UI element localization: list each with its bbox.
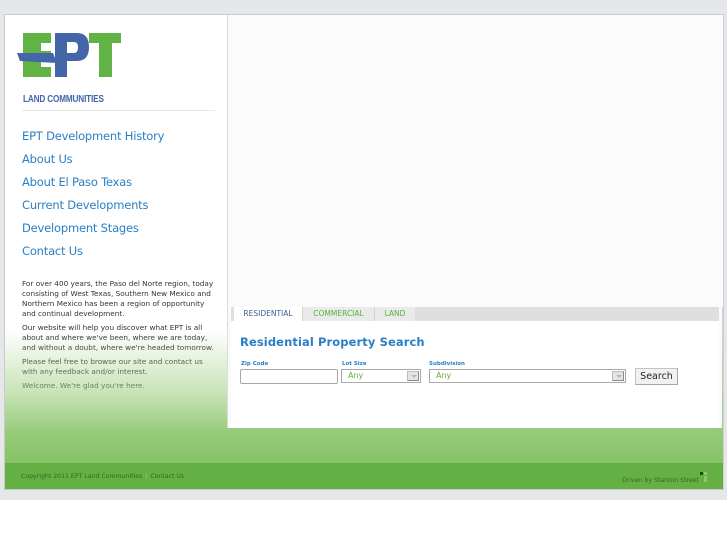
nav-link[interactable]: About El Paso Texas <box>22 175 132 189</box>
search-button[interactable]: Search <box>635 368 678 385</box>
nav-item-development-stages: Development Stages <box>22 217 164 240</box>
nav-item-development-history: EPT Development History <box>22 125 164 148</box>
footer-contact-link[interactable]: Contact Us <box>150 473 184 480</box>
nav-link[interactable]: Contact Us <box>22 244 83 258</box>
logo-subtitle: LAND COMMUNITIES <box>23 93 104 105</box>
search-tabs: RESIDENTIAL COMMERCIAL LAND <box>231 307 719 321</box>
chevron-down-icon[interactable] <box>407 371 419 381</box>
hero-banner <box>228 15 723 307</box>
footer: Copyright 2011 EPT Land Communities | Cont… <box>5 463 723 489</box>
nav-item-current-developments: Current Developments <box>22 194 164 217</box>
lot-size-value: Any <box>348 371 364 380</box>
ept-logo[interactable] <box>17 33 122 95</box>
zip-code-input[interactable] <box>240 369 338 384</box>
subdivision-select[interactable]: Any <box>429 369 626 383</box>
lot-size-label: Lot Size <box>342 361 367 367</box>
footer-left: Copyright 2011 EPT Land Communities | Cont… <box>21 473 184 480</box>
zip-code-label: Zip Code <box>241 361 269 367</box>
nav-item-contact-us: Contact Us <box>22 240 164 263</box>
subdivision-value: Any <box>436 371 452 380</box>
nav-link[interactable]: Current Developments <box>22 198 148 212</box>
footer-separator: | <box>145 473 148 480</box>
search-title: Residential Property Search <box>240 335 425 349</box>
green-band <box>5 428 723 464</box>
tab-residential[interactable]: RESIDENTIAL <box>234 307 302 321</box>
nav-link[interactable]: Development Stages <box>22 221 139 235</box>
credit-link[interactable]: Driven by Stanton Street <box>622 477 699 484</box>
nav-link[interactable]: About Us <box>22 152 73 166</box>
ept-logo-icon <box>17 33 121 77</box>
tab-commercial[interactable]: COMMERCIAL <box>302 307 374 321</box>
intro-paragraph: For over 400 years, the Paso del Norte r… <box>22 279 214 318</box>
lot-size-select[interactable]: Any <box>341 369 421 383</box>
stanton-street-logo-icon <box>700 472 708 482</box>
subdivision-label: Subdivision <box>429 361 465 367</box>
nav-link[interactable]: EPT Development History <box>22 129 164 143</box>
sidebar-divider <box>22 110 215 111</box>
main-nav: EPT Development History About Us About E… <box>22 125 164 263</box>
tab-land[interactable]: LAND <box>374 307 415 321</box>
nav-item-about-el-paso: About El Paso Texas <box>22 171 164 194</box>
copyright-text: Copyright 2011 EPT Land Communities <box>21 473 143 480</box>
property-search-panel: RESIDENTIAL COMMERCIAL LAND Residential … <box>231 307 719 428</box>
nav-item-about-us: About Us <box>22 148 164 171</box>
chevron-down-icon[interactable] <box>612 371 624 381</box>
